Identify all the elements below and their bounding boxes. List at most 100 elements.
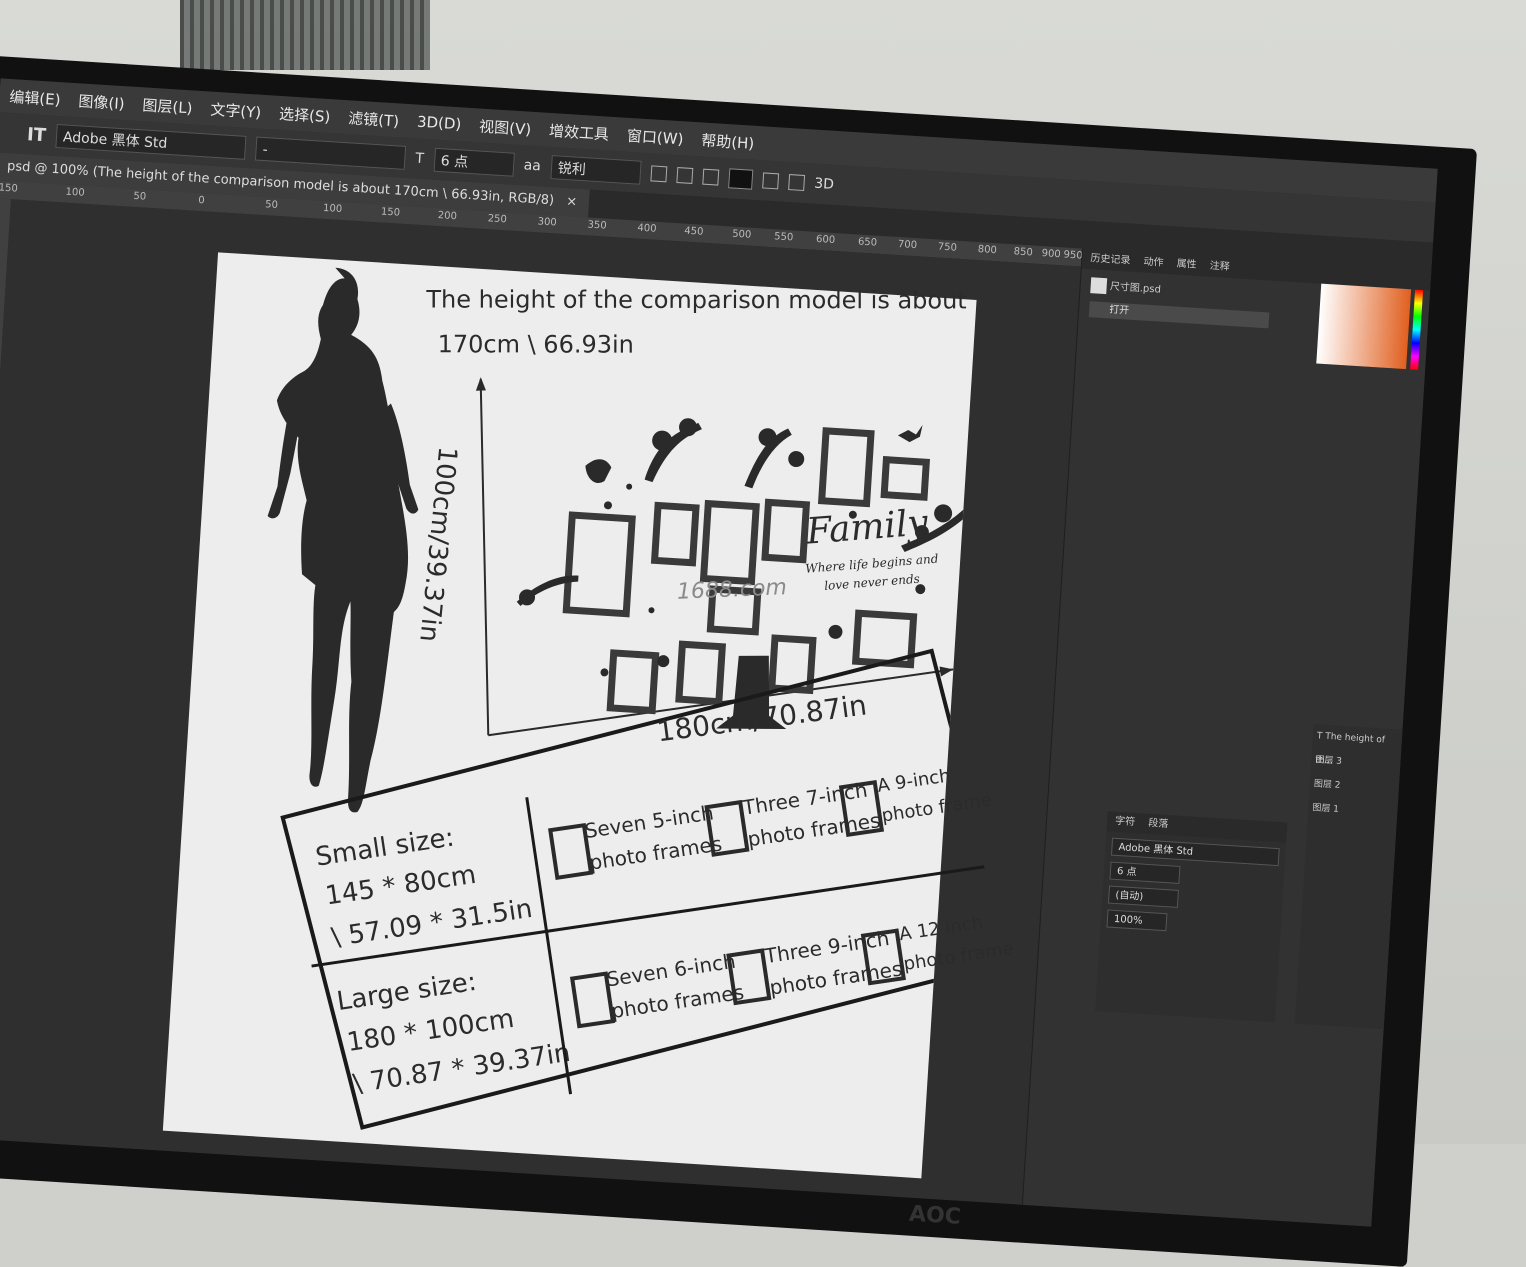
photo-frame — [761, 498, 811, 564]
photo-frame — [562, 511, 636, 618]
menu-help[interactable]: 帮助(H) — [701, 129, 755, 153]
text-color-swatch[interactable] — [727, 168, 754, 190]
type-tool-icon[interactable]: IT — [26, 124, 46, 146]
3d-button[interactable]: 3D — [814, 176, 835, 193]
monitor: 编辑(E) 图像(I) 图层(L) 文字(Y) 选择(S) 滤镜(T) 3D(D… — [0, 55, 1478, 1267]
bird-icon — [897, 424, 923, 443]
ruler-mark: 700 — [897, 239, 918, 252]
menu-edit[interactable]: 编辑(E) — [9, 85, 61, 109]
layer-name: 图层 3 — [1315, 755, 1343, 767]
char-font-select[interactable]: Adobe 黑体 Std — [1110, 837, 1280, 867]
ruler-mark: 900 — [1041, 248, 1062, 261]
align-left-icon[interactable] — [650, 165, 668, 183]
option-checkbox — [704, 799, 750, 857]
layer-name: 图层 1 — [1312, 803, 1340, 815]
ruler-mark: 250 — [487, 213, 508, 226]
history-step-label: 打开 — [1108, 304, 1130, 317]
ruler-mark: 750 — [937, 241, 958, 254]
ruler-mark: 850 — [1013, 246, 1034, 259]
color-picker-field[interactable] — [1316, 283, 1412, 370]
option-checkbox — [726, 948, 772, 1006]
ruler-mark: 450 — [683, 225, 704, 238]
height-dimension-line — [479, 379, 490, 736]
watermark-text: 1688.com — [676, 575, 788, 605]
ruler-mark: 500 — [731, 228, 752, 241]
headline-line-2: 170cm \ 66.93in — [437, 330, 634, 359]
document-canvas[interactable]: The height of the comparison model is ab… — [162, 252, 1015, 1179]
large-option-3-line-2: photo frame — [902, 937, 1016, 975]
menu-layer[interactable]: 图层(L) — [142, 94, 193, 118]
photo-frame — [699, 499, 760, 586]
tab-paragraph[interactable]: 段落 — [1148, 818, 1169, 830]
ruler-mark: 350 — [587, 219, 607, 232]
option-checkbox — [860, 928, 906, 986]
ruler-mark: 0 — [197, 195, 206, 207]
char-scale-field[interactable]: 100% — [1106, 909, 1168, 932]
character-panel: 字符 段落 Adobe 黑体 Std 6 点 (自动) 100% — [1095, 811, 1288, 1023]
ruler-mark: 50 — [264, 199, 279, 211]
menu-select[interactable]: 选择(S) — [279, 102, 331, 126]
snapshot-name: 尺寸图.psd — [1109, 281, 1162, 296]
layer-name: 图层 2 — [1313, 779, 1341, 791]
font-style-select[interactable]: - — [254, 136, 407, 170]
warp-text-icon[interactable] — [761, 172, 779, 190]
ruler-mark: 300 — [537, 216, 558, 229]
char-size-select[interactable]: 6 点 — [1109, 861, 1181, 884]
ruler-mark: 50 — [133, 190, 147, 203]
hue-slider[interactable] — [1410, 289, 1424, 370]
small-option-3-line-2: photo frame — [880, 789, 994, 827]
tab-actions[interactable]: 动作 — [1143, 256, 1164, 268]
ruler-mark: 150 — [380, 206, 401, 219]
character-panel-icon[interactable] — [787, 174, 805, 191]
menu-window[interactable]: 窗口(W) — [626, 124, 684, 149]
ruler-mark: 200 — [437, 210, 458, 223]
ruler-mark: 800 — [977, 244, 998, 257]
tab-character[interactable]: 字符 — [1115, 816, 1136, 828]
tab-history[interactable]: 历史记录 — [1090, 253, 1131, 266]
font-family-select[interactable]: Adobe 黑体 Std — [55, 123, 247, 160]
antialias-select[interactable]: 锐利 — [550, 155, 642, 185]
option-checkbox — [548, 822, 594, 880]
ruler-mark: 100 — [65, 186, 85, 199]
option-checkbox — [569, 971, 616, 1029]
photo-frame — [880, 455, 931, 501]
menu-view[interactable]: 视图(V) — [479, 115, 532, 139]
menu-plugins[interactable]: 增效工具 — [548, 119, 610, 144]
character-panel-tabs: 字符 段落 — [1106, 811, 1288, 843]
ruler-mark: 950 — [1063, 249, 1083, 262]
headline-line-1: The height of the comparison model is ab… — [426, 285, 967, 315]
large-size-title: Large size: — [334, 966, 479, 1018]
server-rack — [180, 0, 430, 70]
ruler-mark: 550 — [773, 231, 794, 244]
menu-type[interactable]: 文字(Y) — [210, 98, 262, 122]
ruler-mark: 150 — [0, 182, 19, 195]
right-panels: 历史记录 动作 属性 注释 尺寸图.psd 打开 字符 段落 Adobe 黑体 … — [1021, 248, 1433, 1227]
canvas-area[interactable]: The height of the comparison model is ab… — [0, 199, 1081, 1205]
fairy-icon — [585, 459, 612, 483]
photo-frame — [817, 427, 875, 508]
menu-image[interactable]: 图像(I) — [78, 90, 125, 114]
ruler-mark: 400 — [637, 222, 657, 235]
photo-frame — [650, 501, 700, 567]
photoshop-window: 编辑(E) 图像(I) 图层(L) 文字(Y) 选择(S) 滤镜(T) 3D(D… — [0, 78, 1438, 1227]
close-icon[interactable]: × — [566, 194, 578, 210]
align-center-icon[interactable] — [676, 166, 694, 184]
tab-notes[interactable]: 注释 — [1209, 261, 1230, 273]
layers-panel: T The height of th... 图层 3 图层 2 图层 1 — [1294, 724, 1404, 1030]
font-size-select[interactable]: 6 点 — [433, 147, 515, 177]
ruler-mark: 650 — [857, 236, 878, 249]
height-arrow-top — [475, 377, 486, 391]
ruler-mark: 600 — [815, 233, 836, 247]
layer-row[interactable]: 图层 1 — [1308, 796, 1399, 826]
small-option-3-line-1: A 9-inch — [875, 765, 952, 797]
ruler-mark: 100 — [322, 202, 343, 216]
antialias-icon: aa — [523, 157, 542, 175]
large-option-3-line-1: A 12 inch — [897, 912, 985, 946]
menu-filter[interactable]: 滤镜(T) — [348, 107, 400, 131]
align-right-icon[interactable] — [702, 168, 719, 186]
menu-3d[interactable]: 3D(D) — [416, 113, 461, 134]
snapshot-thumbnail-icon — [1090, 277, 1108, 295]
tab-properties[interactable]: 属性 — [1176, 259, 1197, 271]
monitor-logo: AOC — [908, 1201, 962, 1230]
char-leading-select[interactable]: (自动) — [1107, 885, 1179, 908]
